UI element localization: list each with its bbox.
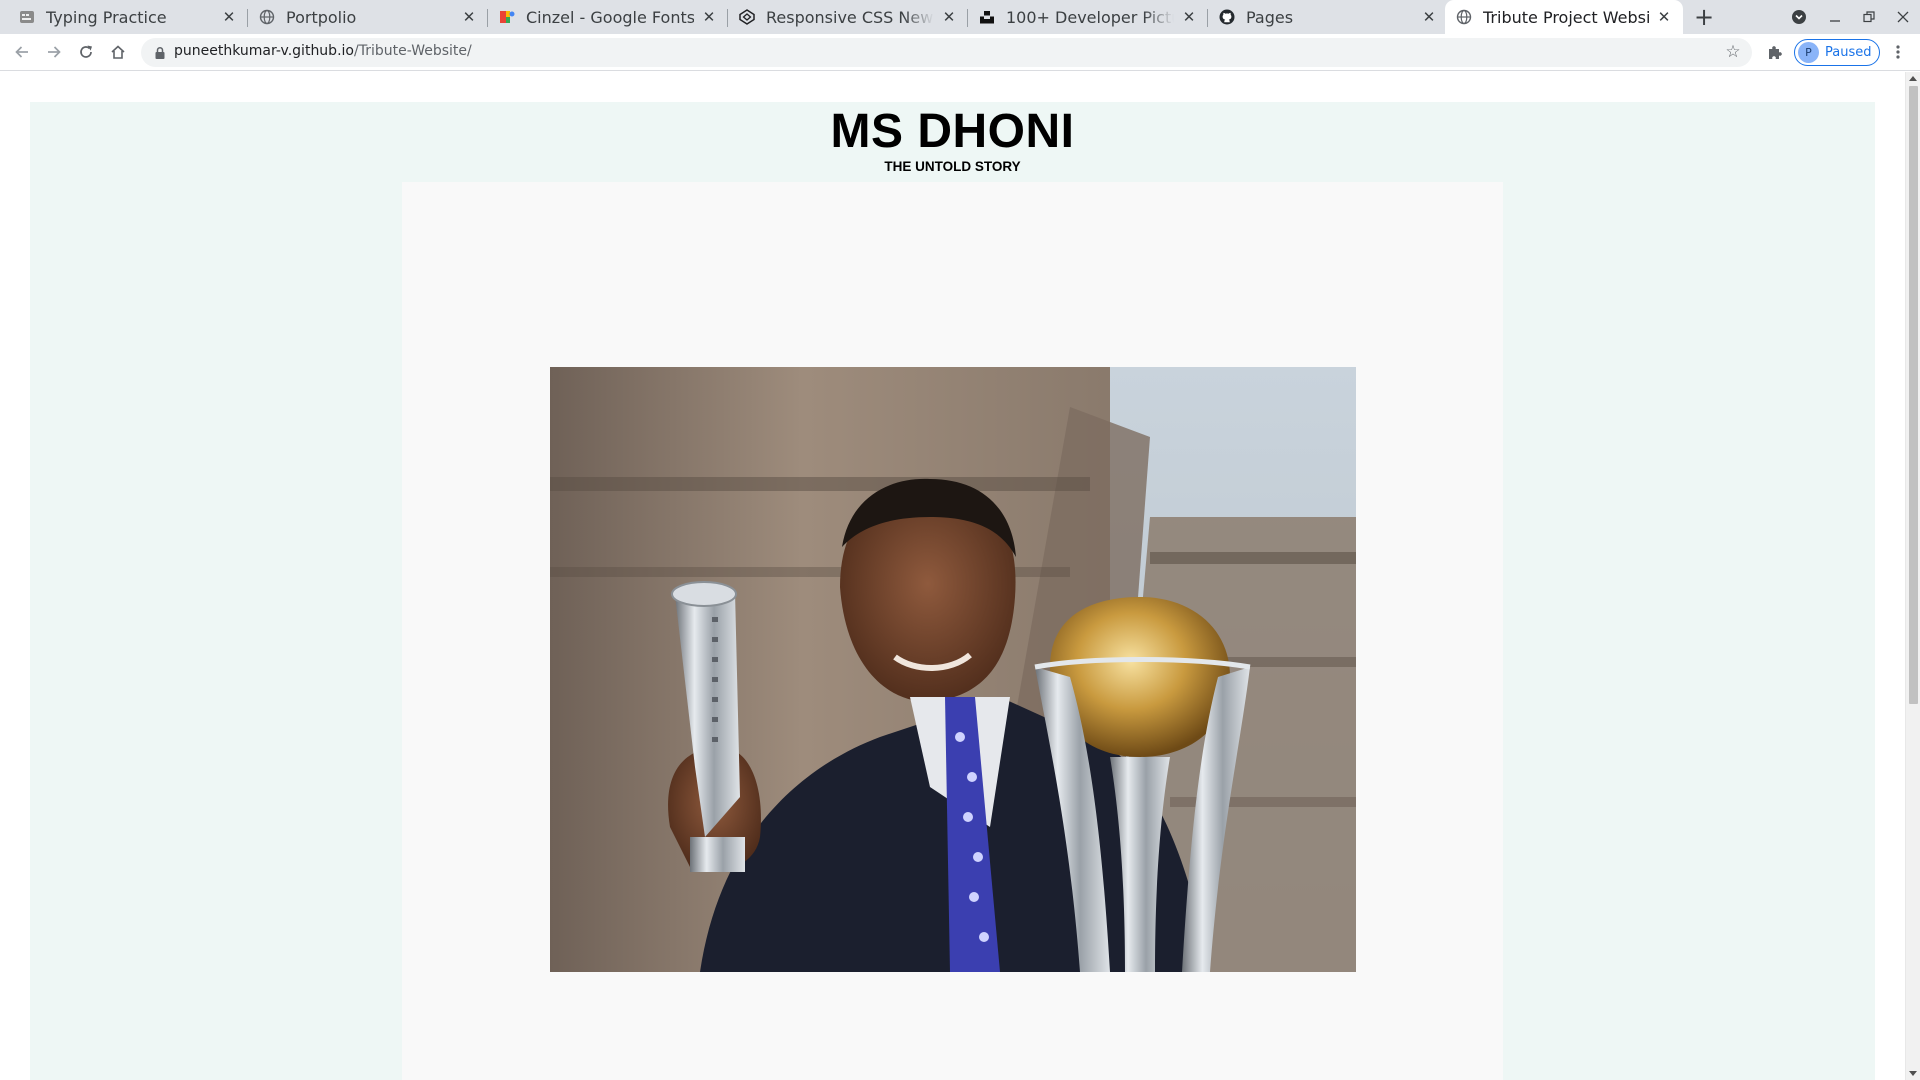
- unsplash-icon: [978, 8, 996, 26]
- lock-icon[interactable]: [153, 45, 167, 59]
- close-tab-icon[interactable]: ✕: [1655, 8, 1673, 26]
- back-button[interactable]: [8, 38, 36, 66]
- tab-search-icon[interactable]: [1784, 0, 1814, 34]
- close-tab-icon[interactable]: ✕: [1180, 8, 1198, 26]
- scrollbar-thumb[interactable]: [1909, 86, 1918, 704]
- close-tab-icon[interactable]: ✕: [1420, 8, 1438, 26]
- home-button[interactable]: [104, 38, 132, 66]
- minimize-icon[interactable]: [1820, 0, 1850, 34]
- restore-icon[interactable]: [1854, 0, 1884, 34]
- github-icon: [1218, 8, 1236, 26]
- tab-pages[interactable]: Pages ✕: [1208, 0, 1448, 34]
- globe-icon: [258, 8, 276, 26]
- profile-button[interactable]: P Paused: [1794, 39, 1880, 66]
- scroll-down-arrow-icon[interactable]: [1909, 1071, 1917, 1076]
- url-host: puneethkumar-v.github.io: [174, 43, 354, 59]
- address-bar[interactable]: puneethkumar-v.github.io/Tribute-Website…: [141, 38, 1752, 67]
- page-viewport: MS DHONI THE UNTOLD STORY: [0, 72, 1905, 1080]
- extensions-puzzle-icon[interactable]: [1763, 40, 1787, 64]
- url-path: /Tribute-Website/: [353, 43, 472, 59]
- tab-title: Tribute Project Website: [1483, 7, 1649, 27]
- forward-button[interactable]: [40, 38, 68, 66]
- url-text[interactable]: puneethkumar-v.github.io/Tribute-Website…: [174, 43, 472, 59]
- tab-title: Pages: [1246, 7, 1294, 27]
- avatar: P: [1798, 42, 1819, 63]
- bookmark-star-icon[interactable]: ☆: [1722, 41, 1744, 63]
- close-tab-icon[interactable]: ✕: [460, 8, 478, 26]
- close-tab-icon[interactable]: ✕: [940, 8, 958, 26]
- tab-tribute-project-website[interactable]: Tribute Project Website ✕: [1445, 0, 1683, 34]
- close-tab-icon[interactable]: ✕: [700, 8, 718, 26]
- tab-cinzel-google-fonts[interactable]: Cinzel - Google Fonts ✕: [488, 0, 728, 34]
- tab-title: Cinzel - Google Fonts: [526, 7, 694, 27]
- tab-portpolio[interactable]: Portpolio ✕: [248, 0, 488, 34]
- tab-strip: Typing Practice ✕ Portpolio ✕ Cinzel - G…: [0, 0, 1920, 34]
- tab-typing-practice[interactable]: Typing Practice ✕: [8, 0, 248, 34]
- new-tab-button[interactable]: +: [1691, 3, 1717, 31]
- tab-title: 100+ Developer Pictures: [1006, 7, 1174, 27]
- profile-status: Paused: [1825, 45, 1872, 60]
- close-window-icon[interactable]: [1888, 0, 1918, 34]
- google-fonts-icon: [498, 8, 516, 26]
- typing-practice-favicon: [18, 8, 36, 26]
- page-title: MS DHONI: [830, 105, 1075, 158]
- close-tab-icon[interactable]: ✕: [220, 8, 238, 26]
- page-subtitle: THE UNTOLD STORY: [884, 159, 1021, 174]
- tab-responsive-css-news[interactable]: Responsive CSS News Ca ✕: [728, 0, 968, 34]
- tab-title: Portpolio: [286, 7, 357, 27]
- tab-developer-pictures[interactable]: 100+ Developer Pictures ✕: [968, 0, 1208, 34]
- page-scrollbar[interactable]: [1905, 72, 1920, 1080]
- reload-button[interactable]: [72, 38, 100, 66]
- image-container: [402, 182, 1503, 1080]
- tab-title: Responsive CSS News Ca: [766, 7, 934, 27]
- tab-title: Typing Practice: [46, 7, 167, 27]
- scroll-up-arrow-icon[interactable]: [1909, 76, 1917, 81]
- globe-icon: [1455, 8, 1473, 26]
- browser-toolbar: puneethkumar-v.github.io/Tribute-Website…: [0, 34, 1920, 71]
- more-menu-icon[interactable]: [1886, 39, 1910, 65]
- codepen-icon: [738, 8, 756, 26]
- dhoni-trophy-photo: [550, 367, 1356, 972]
- main-section: MS DHONI THE UNTOLD STORY: [30, 102, 1875, 1080]
